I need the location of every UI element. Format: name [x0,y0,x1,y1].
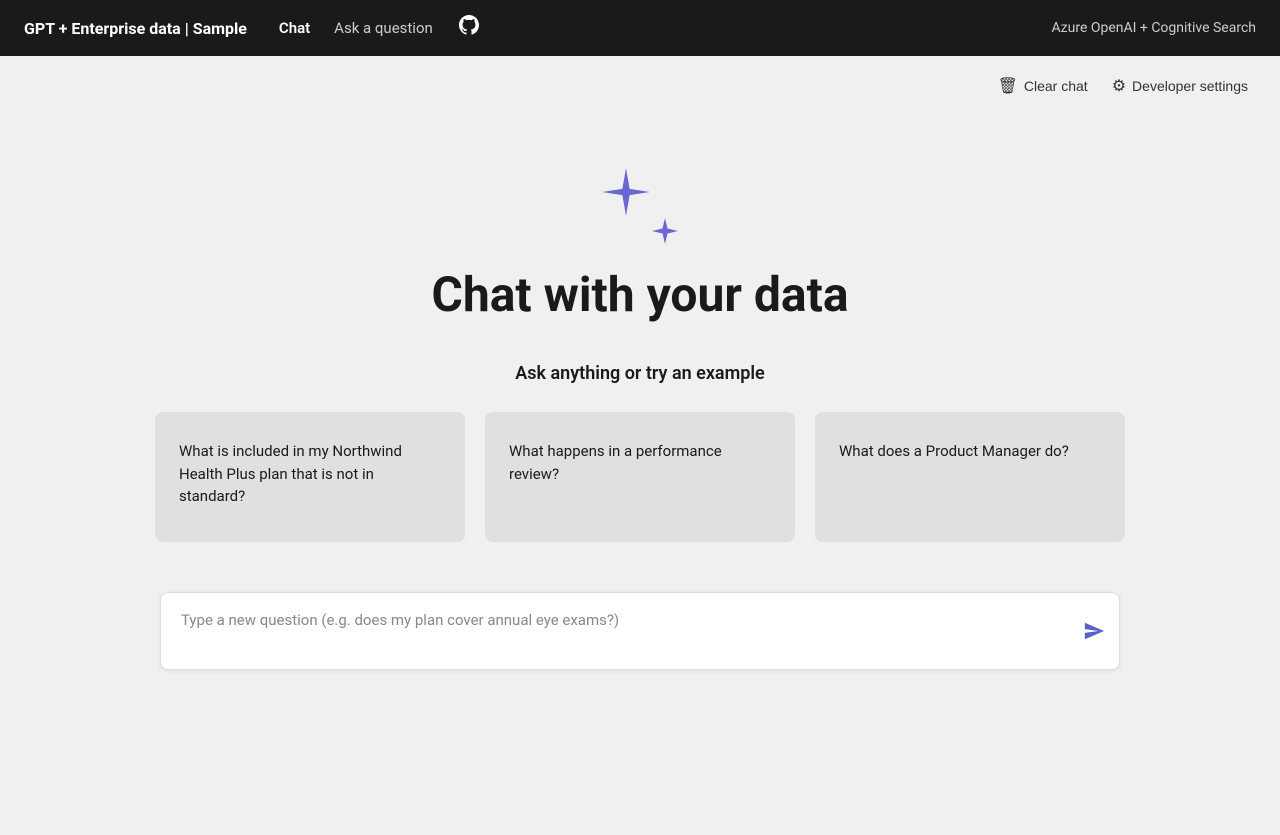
sparkle-small-icon [650,216,680,246]
hero-title: Chat with your data [431,266,848,323]
example-card-2[interactable]: What happens in a performance review? [485,412,795,542]
developer-settings-button[interactable]: ⚙ Developer settings [1112,76,1248,96]
toolbar: 🗑 Clear chat ⚙ Developer settings [0,56,1280,106]
clear-chat-label: Clear chat [1024,78,1088,94]
github-icon[interactable] [457,13,481,43]
trash-icon: 🗑 [998,76,1018,96]
nav-links: Chat Ask a question [279,13,481,43]
developer-settings-label: Developer settings [1132,78,1248,94]
chat-input-wrapper [160,592,1120,670]
sparkle-large-icon [600,166,652,218]
send-button[interactable] [1083,620,1105,642]
chat-input[interactable] [181,611,1069,647]
example-card-1[interactable]: What is included in my Northwind Health … [155,412,465,542]
example-card-3-text: What does a Product Manager do? [839,440,1069,463]
example-cards-row: What is included in my Northwind Health … [75,412,1205,542]
navbar-right-label: Azure OpenAI + Cognitive Search [1051,20,1256,36]
nav-ask-question-link[interactable]: Ask a question [334,19,433,37]
gear-icon: ⚙ [1112,76,1126,96]
nav-chat-link[interactable]: Chat [279,19,310,37]
main-content: Chat with your data Ask anything or try … [0,106,1280,670]
hero-subtitle: Ask anything or try an example [515,363,764,384]
example-card-2-text: What happens in a performance review? [509,440,771,485]
navbar: GPT + Enterprise data | Sample Chat Ask … [0,0,1280,56]
sparkle-icon-wrapper [600,166,680,246]
example-card-1-text: What is included in my Northwind Health … [179,440,441,508]
navbar-left: GPT + Enterprise data | Sample Chat Ask … [24,13,481,43]
clear-chat-button[interactable]: 🗑 Clear chat [998,76,1088,96]
send-icon [1083,620,1105,642]
example-card-3[interactable]: What does a Product Manager do? [815,412,1125,542]
app-title: GPT + Enterprise data | Sample [24,19,247,38]
